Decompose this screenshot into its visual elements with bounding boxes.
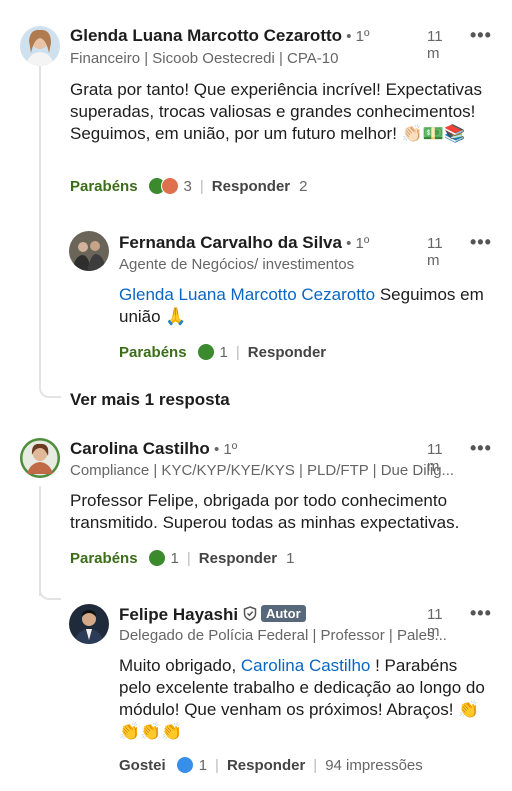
reply-button[interactable]: Responder (212, 178, 290, 195)
author-headline: Delegado de Polícia Federal | Professor … (119, 627, 447, 644)
avatar[interactable] (20, 26, 60, 66)
comment-actions: Parabéns 1 | Responder 1 (70, 549, 295, 567)
reaction-count[interactable]: 1 (171, 550, 179, 567)
action-divider: | (186, 549, 191, 567)
like-button[interactable]: Gostei (119, 757, 166, 774)
author-badge: Autor (260, 605, 306, 622)
connection-degree: • 1º (209, 441, 238, 458)
mention-link[interactable]: Glenda Luana Marcotto Cezarotto (119, 285, 375, 304)
author-headline: Financeiro | Sicoob Oestecredi | CPA-10 (70, 50, 339, 67)
reaction-icons[interactable] (147, 177, 179, 195)
action-divider: | (199, 177, 204, 195)
celebrate-reaction-icon (196, 343, 215, 361)
love-reaction-icon (160, 177, 179, 195)
celebrate-button[interactable]: Parabéns (70, 550, 138, 567)
reaction-icons[interactable] (175, 756, 194, 774)
thread-line (39, 66, 41, 384)
comment-actions: Parabéns 3 | Responder 2 (70, 177, 308, 195)
reaction-count[interactable]: 3 (184, 178, 192, 195)
avatar[interactable] (69, 604, 109, 644)
more-options-icon[interactable]: ••• (470, 232, 492, 253)
comment-text: Muito obrigado, Carolina Castilho ! Para… (119, 655, 489, 743)
celebrate-reaction-icon (147, 549, 166, 567)
more-options-icon[interactable]: ••• (470, 603, 492, 624)
mention-link[interactable]: Carolina Castilho (241, 656, 370, 675)
action-divider: | (215, 756, 219, 774)
reply-count: 2 (299, 177, 308, 195)
reply-button[interactable]: Responder (248, 344, 326, 361)
reaction-icons[interactable] (196, 343, 215, 361)
reaction-icons[interactable] (147, 549, 166, 567)
reaction-count[interactable]: 1 (220, 344, 228, 361)
author-headline: Agente de Negócios/ investimentos (119, 256, 355, 273)
thread-connector (39, 222, 41, 224)
shield-verified-icon (243, 606, 257, 626)
action-divider: | (235, 343, 240, 361)
connection-degree: • 1º (341, 235, 370, 252)
like-reaction-icon (175, 756, 194, 774)
author-name[interactable]: Glenda Luana Marcotto Cezarotto (70, 26, 342, 45)
connection-degree: • 1º (342, 28, 370, 45)
celebrate-button[interactable]: Parabéns (119, 344, 187, 361)
author-headline: Compliance | KYC/KYP/KYE/KYS | PLD/FTP |… (70, 462, 455, 479)
author-name[interactable]: Felipe Hayashi (119, 605, 238, 624)
author-name[interactable]: Fernanda Carvalho da Silva (119, 233, 342, 252)
comment-text: Glenda Luana Marcotto Cezarotto Seguimos… (119, 284, 489, 328)
avatar[interactable] (69, 231, 109, 271)
reply-button[interactable]: Responder (199, 550, 277, 567)
impressions-count: 94 impressões (325, 756, 423, 774)
celebrate-button[interactable]: Parabéns (70, 178, 138, 195)
more-options-icon[interactable]: ••• (470, 438, 492, 459)
comment-text: Professor Felipe, obrigada por todo conh… (70, 491, 460, 532)
reply-button[interactable]: Responder (227, 757, 305, 774)
comment-text: Grata por tanto! Que experiência incríve… (70, 80, 482, 143)
reaction-count[interactable]: 1 (199, 757, 207, 774)
avatar[interactable] (20, 438, 60, 478)
comment-body-prefix: Muito obrigado, (119, 656, 241, 675)
see-more-replies-button[interactable]: Ver mais 1 resposta (70, 390, 230, 410)
comment-actions: Parabéns 1 | Responder (119, 343, 326, 361)
comment-actions: Gostei 1 | Responder | 94 impressões (119, 756, 423, 774)
author-name[interactable]: Carolina Castilho (70, 439, 210, 458)
more-options-icon[interactable]: ••• (470, 25, 492, 46)
thread-connector (39, 580, 61, 600)
reply-count: 1 (286, 549, 295, 567)
thread-connector (39, 370, 61, 398)
action-divider: | (313, 756, 318, 774)
